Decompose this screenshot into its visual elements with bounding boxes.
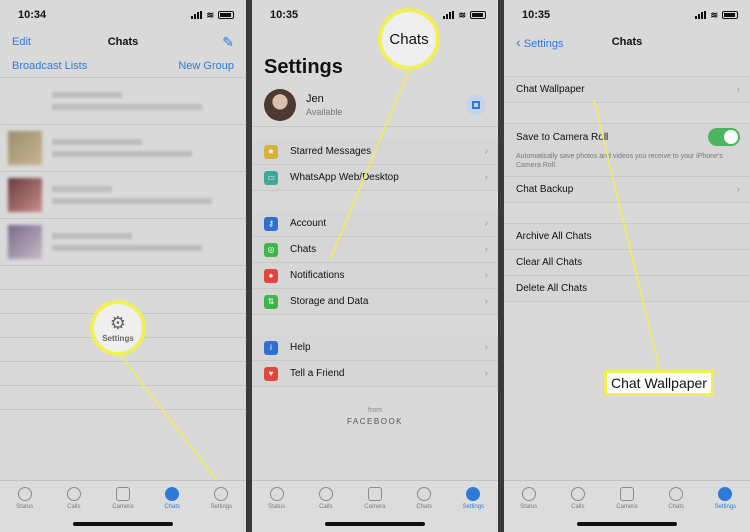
gear-icon	[718, 487, 733, 501]
camera-icon	[367, 487, 382, 501]
chat-wallpaper-callout: Chat Wallpaper	[604, 370, 714, 396]
tab-status[interactable]: Status	[257, 487, 297, 532]
tab-label: Camera	[112, 504, 134, 510]
tab-settings[interactable]: Settings	[453, 487, 493, 532]
tab-label: Calls	[571, 504, 585, 510]
gear-icon	[466, 487, 481, 501]
tab-label: Settings	[210, 504, 233, 510]
phone-icon	[570, 487, 585, 501]
tab-label: Status	[16, 504, 34, 510]
tab-settings[interactable]: Settings	[705, 487, 745, 532]
tab-label: Chats	[416, 504, 432, 510]
chat-settings-screen: 10:35 ≋ ‹ Settings Chats Chat Wallpaper ›…	[504, 0, 750, 532]
status-icon	[521, 487, 536, 501]
tab-label: Chats	[668, 504, 684, 510]
status-icon	[17, 487, 32, 501]
tab-label: Status	[520, 504, 538, 510]
home-indicator	[577, 522, 677, 526]
gear-icon	[214, 487, 229, 501]
chats-callout: Chats	[378, 8, 440, 70]
tab-label: Camera	[364, 504, 386, 510]
chat-bubble-icon	[165, 487, 180, 501]
tab-label: Status	[268, 504, 286, 510]
tab-status[interactable]: Status	[5, 487, 45, 532]
home-indicator	[325, 522, 425, 526]
pointer-line	[329, 67, 411, 261]
tab-label: Settings	[714, 504, 737, 510]
tab-status[interactable]: Status	[509, 487, 549, 532]
chats-callout-label: Chats	[389, 30, 429, 48]
chats-screen: 10:34 ≋ Edit Chats ✎ Broadcast Lists New…	[0, 0, 246, 532]
tab-label: Chats	[164, 504, 180, 510]
tab-settings[interactable]: Settings	[201, 487, 241, 532]
chat-bubble-icon	[417, 487, 432, 501]
home-indicator	[73, 522, 173, 526]
camera-icon	[115, 487, 130, 501]
tab-label: Calls	[67, 504, 81, 510]
tab-label: Camera	[616, 504, 638, 510]
status-icon	[269, 487, 284, 501]
phone-icon	[318, 487, 333, 501]
tab-label: Settings	[462, 504, 485, 510]
chat-bubble-icon	[669, 487, 684, 501]
pointer-line	[117, 351, 223, 488]
pointer-line	[593, 99, 661, 373]
settings-screen: 10:35 ≋ Settings Jen Available ★ Starred …	[252, 0, 498, 532]
tab-label: Calls	[319, 504, 333, 510]
phone-icon	[66, 487, 81, 501]
camera-icon	[619, 487, 634, 501]
